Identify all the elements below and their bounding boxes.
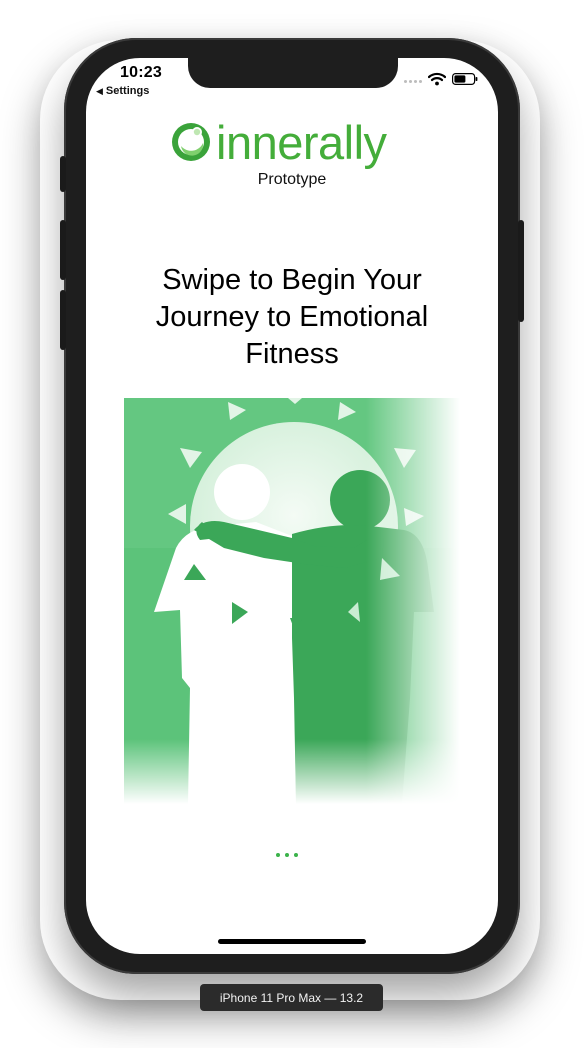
wifi-icon	[428, 72, 446, 86]
back-triangle-icon: ◀	[96, 85, 103, 96]
volume-up-button	[60, 220, 66, 280]
power-button	[518, 220, 524, 322]
onboarding-headline: Swipe to Begin Your Journey to Emotional…	[155, 264, 429, 370]
page-dot	[294, 853, 298, 857]
simulator-device-label: iPhone 11 Pro Max — 13.2	[200, 984, 383, 1011]
mute-switch	[60, 156, 66, 192]
two-friends-illustration	[124, 398, 460, 804]
innerally-logo-mark-icon	[172, 123, 210, 161]
home-indicator[interactable]	[218, 939, 366, 944]
cellular-signal-icon	[404, 80, 422, 83]
logo-wordmark: innerally	[216, 115, 387, 169]
device-notch	[188, 58, 398, 88]
innerally-logo: innerally	[170, 116, 410, 168]
page-indicator[interactable]	[276, 853, 298, 857]
battery-icon	[452, 73, 478, 85]
page-dot	[285, 853, 289, 857]
prototype-subtitle: Prototype	[257, 171, 327, 188]
app-screen: 10:23 ◀ Settings innerally Prototype Swi…	[86, 58, 498, 954]
back-to-settings-link[interactable]: ◀ Settings	[96, 85, 149, 97]
page-dot	[276, 853, 280, 857]
simulator-stage: 10:23 ◀ Settings innerally Prototype Swi…	[0, 0, 584, 1048]
status-time: 10:23	[120, 64, 162, 81]
back-to-settings-label: Settings	[105, 85, 150, 97]
volume-down-button	[60, 290, 66, 350]
